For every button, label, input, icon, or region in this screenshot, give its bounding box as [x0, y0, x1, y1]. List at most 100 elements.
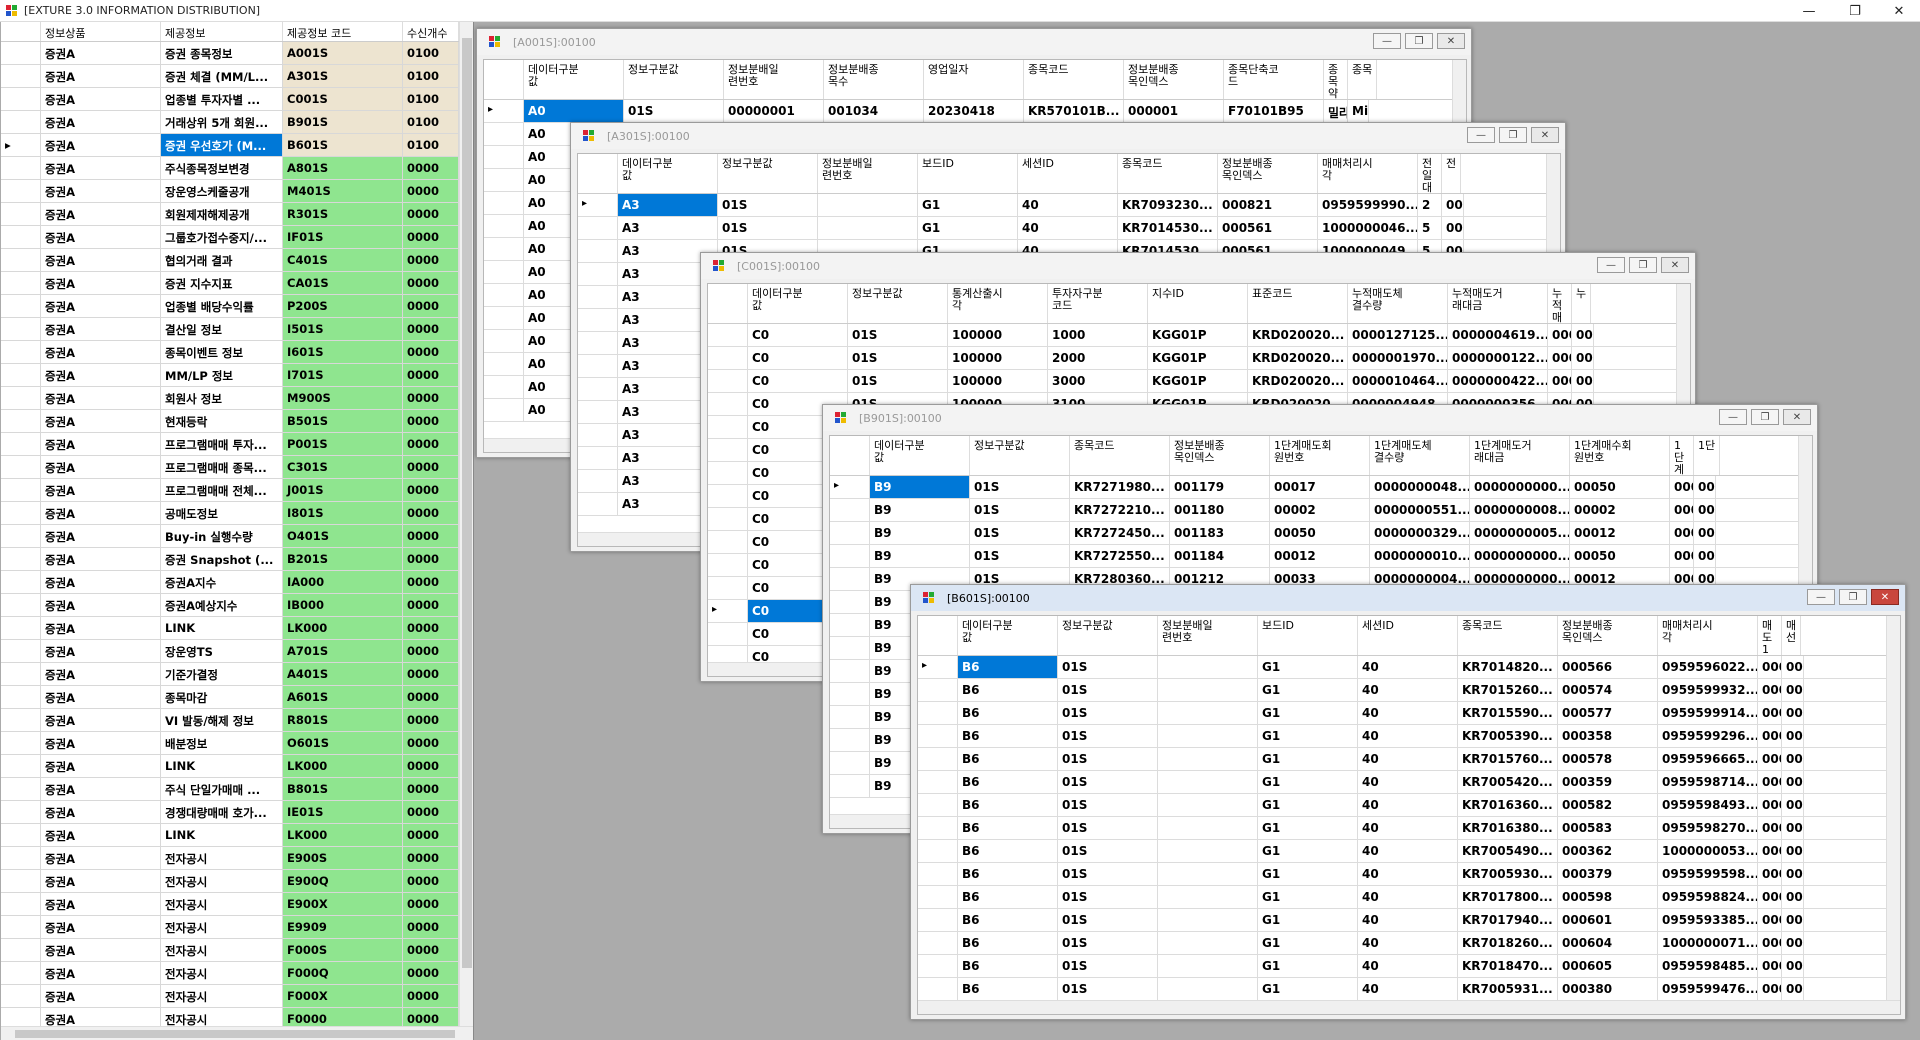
table-cell[interactable]: 0959598493...: [1658, 794, 1758, 816]
table-cell[interactable]: [1158, 679, 1258, 701]
table-cell[interactable]: G1: [1258, 679, 1358, 701]
table-cell[interactable]: 00050: [1270, 522, 1370, 544]
table-cell[interactable]: 증권A예상지수: [161, 594, 283, 616]
row-header[interactable]: [1, 180, 41, 202]
table-cell[interactable]: Buy-in 실행수량: [161, 525, 283, 547]
table-row[interactable]: 증권A 증권 체결 (MM/L... A301S 0100: [1, 65, 473, 88]
table-cell[interactable]: G1: [1258, 748, 1358, 770]
column-header[interactable]: 정보구분값: [1058, 616, 1158, 655]
table-row[interactable]: A3 01S G1 40 KR7014530... 000561 1000000046...…: [578, 217, 1560, 240]
table-cell[interactable]: [818, 194, 918, 216]
table-cell[interactable]: 000604: [1558, 932, 1658, 954]
column-header[interactable]: 영업일자: [924, 60, 1024, 99]
table-cell[interactable]: B6: [958, 978, 1058, 1000]
column-header[interactable]: 매매처리시 각: [1318, 154, 1418, 193]
table-cell[interactable]: G1: [1258, 978, 1358, 1000]
table-cell[interactable]: 회원사 정보: [161, 387, 283, 409]
table-cell[interactable]: 증권A: [41, 571, 161, 593]
row-header[interactable]: [918, 817, 958, 839]
row-header[interactable]: [1, 755, 41, 777]
table-cell[interactable]: 0959599598...: [1658, 863, 1758, 885]
table-row[interactable]: 증권A VI 발동/해제 정보 R801S 0000: [1, 709, 473, 732]
row-header[interactable]: [1, 88, 41, 110]
table-cell[interactable]: IB000: [283, 594, 403, 616]
row-header[interactable]: [578, 309, 618, 331]
table-cell[interactable]: B6: [958, 886, 1058, 908]
row-header[interactable]: [484, 330, 524, 352]
column-header[interactable]: 1단계매수체 결수량: [1670, 436, 1694, 475]
table-cell[interactable]: E9909: [283, 916, 403, 938]
row-header[interactable]: [918, 748, 958, 770]
table-row[interactable]: B6 01S G1 40 KR7018470... 000605 0959598485...…: [918, 955, 1900, 978]
row-header[interactable]: [918, 725, 958, 747]
row-header[interactable]: [830, 568, 870, 590]
row-header[interactable]: [1, 226, 41, 248]
row-header[interactable]: [830, 637, 870, 659]
table-row[interactable]: 증권A 종목마감 A601S 0000: [1, 686, 473, 709]
table-cell[interactable]: G1: [1258, 886, 1358, 908]
table-cell[interactable]: 전자공시: [161, 847, 283, 869]
column-header[interactable]: 종목코드: [1118, 154, 1218, 193]
table-cell[interactable]: 0000001970...: [1348, 347, 1448, 369]
table-cell[interactable]: KR7005420...: [1458, 771, 1558, 793]
table-cell[interactable]: E900Q: [283, 870, 403, 892]
table-cell[interactable]: KR7015590...: [1458, 702, 1558, 724]
row-header[interactable]: [1, 249, 41, 271]
table-cell[interactable]: 거래상위 5개 회원...: [161, 111, 283, 133]
table-cell[interactable]: 0000: [403, 640, 459, 662]
row-header[interactable]: [578, 401, 618, 423]
row-header[interactable]: [708, 416, 748, 438]
maximize-icon[interactable]: ❐: [1839, 589, 1867, 605]
table-row[interactable]: B6 01S G1 40 KR7015260... 000574 0959599932...…: [918, 679, 1900, 702]
table-cell[interactable]: 0000: [403, 180, 459, 202]
table-cell[interactable]: IF01S: [283, 226, 403, 248]
table-row[interactable]: B6 01S G1 40 KR7005930... 000379 0959599598...…: [918, 863, 1900, 886]
column-header[interactable]: 누: [1572, 284, 1592, 323]
table-cell[interactable]: 증권A: [41, 203, 161, 225]
table-cell[interactable]: G1: [1258, 932, 1358, 954]
table-cell[interactable]: [1158, 817, 1258, 839]
minimize-icon[interactable]: —: [1597, 257, 1625, 273]
table-row[interactable]: 증권A 업종별 투자자별 ... C001S 0100: [1, 88, 473, 111]
table-row[interactable]: B6 01S G1 40 KR7018260... 000604 1000000071...…: [918, 932, 1900, 955]
table-cell[interactable]: 001179: [1170, 476, 1270, 498]
table-cell[interactable]: 0000127125...: [1348, 324, 1448, 346]
table-cell[interactable]: 0959599990...: [1318, 194, 1418, 216]
child-window[interactable]: [B601S]:00100 — ❐ ✕ 데이터구분 값 정보구분값 정보분배일 련번호 보드I…: [910, 584, 1906, 1020]
table-cell[interactable]: 0959596022...: [1658, 656, 1758, 678]
table-cell[interactable]: 배분정보: [161, 732, 283, 754]
table-row[interactable]: 증권A 주식종목정보변경 A801S 0000: [1, 157, 473, 180]
table-cell[interactable]: B6: [958, 656, 1058, 678]
table-cell[interactable]: [1158, 656, 1258, 678]
table-cell[interactable]: 종목마감: [161, 686, 283, 708]
column-header[interactable]: 정보분배일 련번호: [1158, 616, 1258, 655]
table-cell[interactable]: 00: [1694, 476, 1716, 498]
row-header[interactable]: [1, 433, 41, 455]
row-header[interactable]: [1, 824, 41, 846]
table-cell[interactable]: 0000: [403, 157, 459, 179]
row-header[interactable]: [1, 709, 41, 731]
row-header[interactable]: [578, 355, 618, 377]
child-window-titlebar[interactable]: [B901S]:00100 — ❐ ✕: [823, 405, 1817, 431]
table-cell[interactable]: CA01S: [283, 272, 403, 294]
table-cell[interactable]: 0000000428...: [1670, 499, 1694, 521]
table-cell[interactable]: 증권A: [41, 617, 161, 639]
table-cell[interactable]: 0000: [403, 364, 459, 386]
table-cell[interactable]: B6: [958, 840, 1058, 862]
table-cell[interactable]: 01S: [970, 476, 1070, 498]
table-cell[interactable]: 증권A: [41, 962, 161, 984]
table-cell[interactable]: 000561: [1218, 217, 1318, 239]
table-cell[interactable]: 0000000422...: [1448, 370, 1548, 392]
table-cell[interactable]: 01S: [848, 324, 948, 346]
column-header[interactable]: 정보구분값: [848, 284, 948, 323]
table-cell[interactable]: 증권A: [41, 502, 161, 524]
table-cell[interactable]: 전자공시: [161, 916, 283, 938]
table-cell[interactable]: 밀라노부동산 ...: [1324, 100, 1348, 122]
table-cell[interactable]: 01S: [718, 217, 818, 239]
table-cell[interactable]: 그룹호가접수중지/...: [161, 226, 283, 248]
table-cell[interactable]: 증권A: [41, 479, 161, 501]
table-row[interactable]: 증권A 기준가결정 A401S 0000: [1, 663, 473, 686]
table-cell[interactable]: 000578: [1558, 748, 1658, 770]
table-cell[interactable]: 2000: [1048, 347, 1148, 369]
table-cell[interactable]: 40: [1358, 909, 1458, 931]
